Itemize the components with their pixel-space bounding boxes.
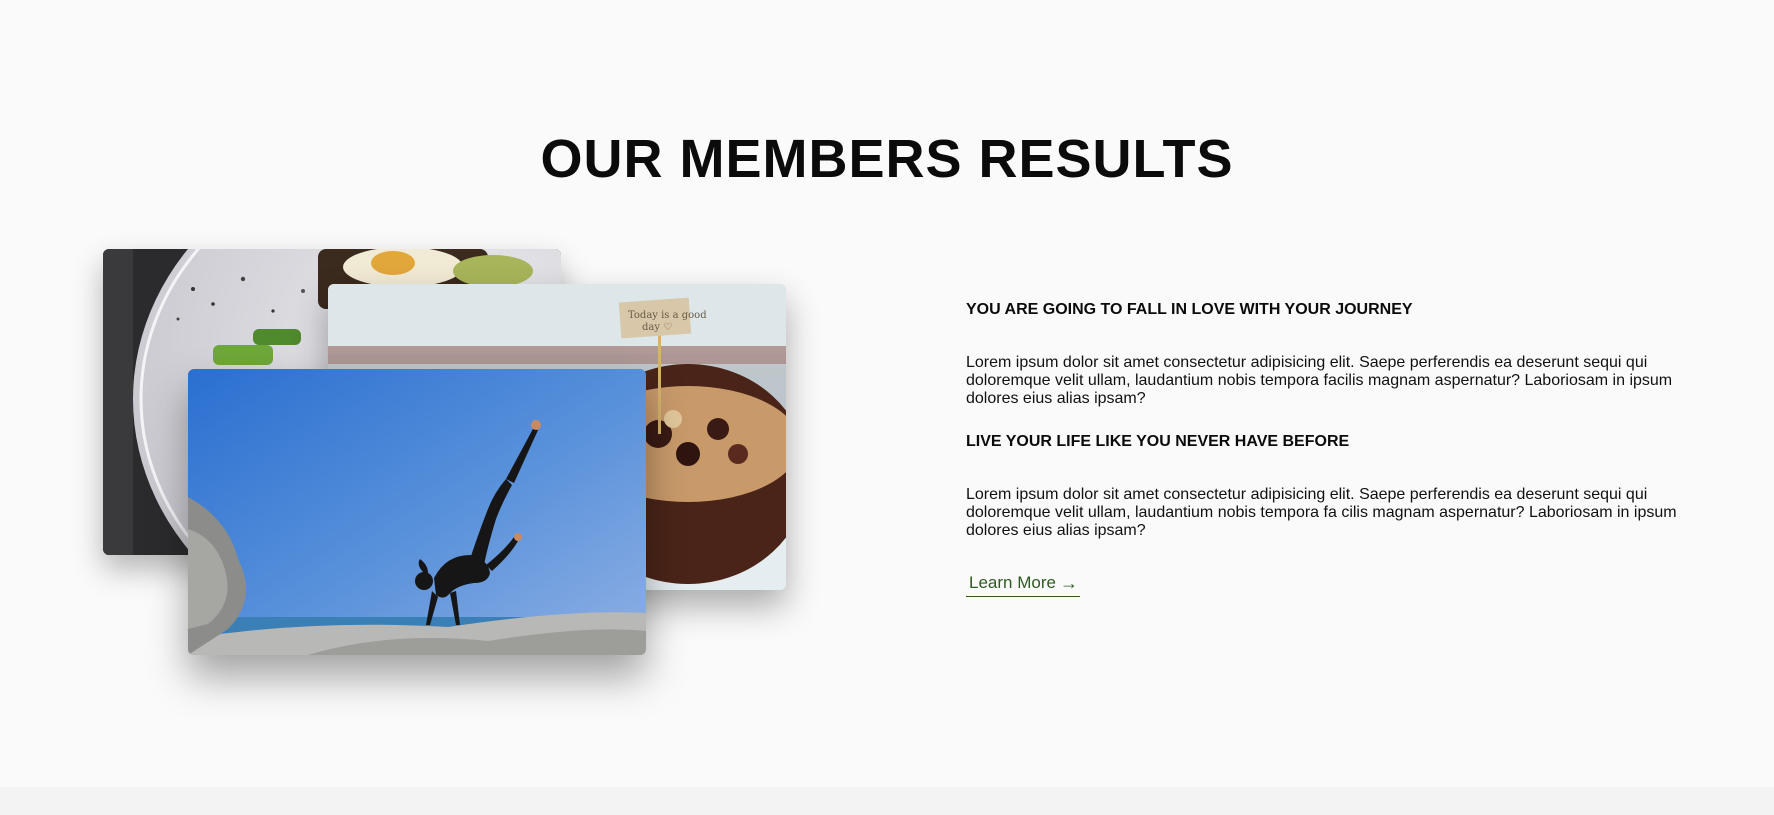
journey-paragraph: Lorem ipsum dolor sit amet consectetur a… (966, 354, 1673, 407)
photo-yoga-pose (188, 369, 646, 655)
journey-heading: YOU ARE GOING TO FALL IN LOVE WITH YOUR … (966, 301, 1413, 318)
life-heading: LIVE YOUR LIFE LIKE YOU NEVER HAVE BEFOR… (966, 433, 1350, 450)
footer-divider-strip (0, 787, 1774, 815)
learn-more-link[interactable]: Learn More → (966, 572, 1080, 597)
life-paragraph: Lorem ipsum dolor sit amet consectetur a… (966, 486, 1677, 539)
section-title: OUR MEMBERS RESULTS (540, 129, 1234, 189)
learn-more-label: Learn More (969, 573, 1056, 592)
arrow-right-icon: → (1059, 573, 1078, 593)
members-results-section: OUR MEMBERS RESULTS Today is a good day … (0, 0, 1774, 815)
yoga-pose-image (188, 369, 646, 655)
svg-text:day ♡: day ♡ (642, 322, 672, 333)
svg-text:Today is a good: Today is a good (628, 310, 707, 321)
